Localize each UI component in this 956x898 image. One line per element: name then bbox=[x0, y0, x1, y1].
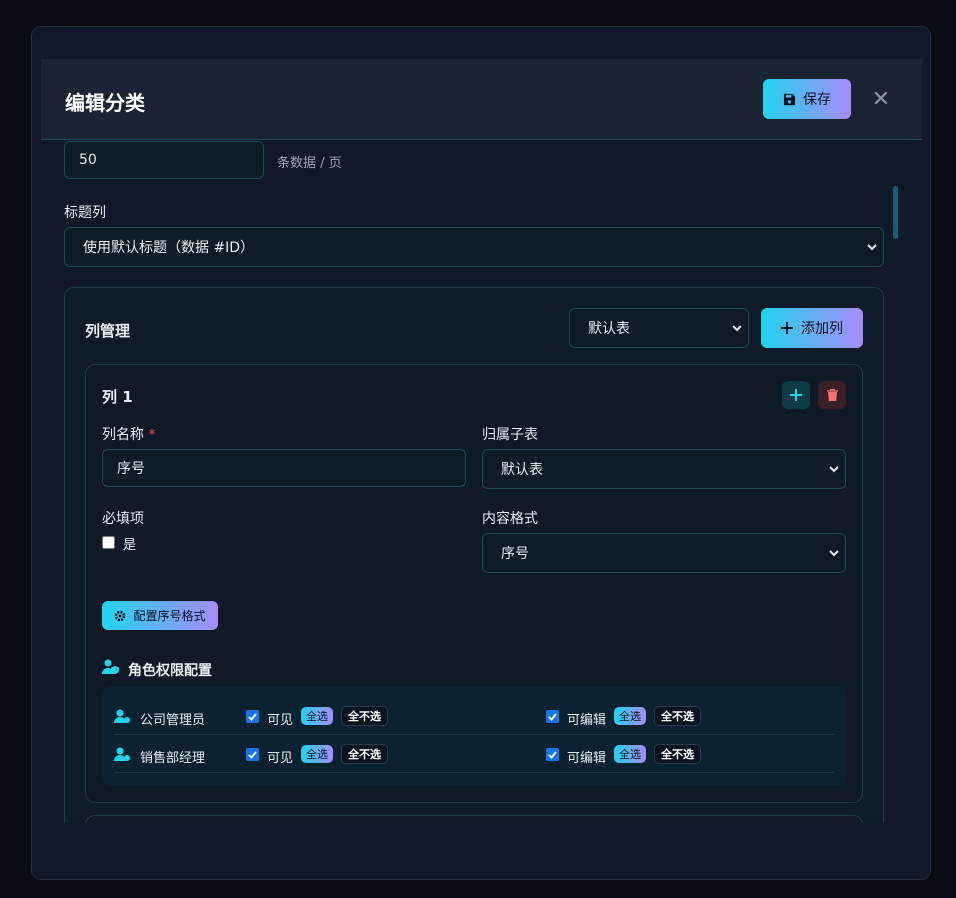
format-value: 序号 bbox=[501, 546, 529, 562]
table-row: 公司管理员 可见 全选 全不选 可编辑 全选 全不选 bbox=[114, 697, 834, 735]
add-column-label: 添加列 bbox=[801, 321, 843, 337]
visible-checkbox[interactable] bbox=[246, 710, 259, 723]
title-column-value: 使用默认标题（数据 #ID） bbox=[83, 240, 255, 256]
check-icon bbox=[248, 750, 257, 759]
required-label: 必填项 bbox=[102, 511, 144, 527]
format-select[interactable]: 序号 bbox=[482, 533, 846, 573]
editable-label: 可编辑 bbox=[567, 751, 607, 766]
config-format-button[interactable]: 配置序号格式 bbox=[102, 601, 218, 630]
table-select-value: 默认表 bbox=[588, 321, 630, 337]
plus-icon bbox=[790, 389, 802, 401]
column-name-input[interactable]: 序号 bbox=[102, 449, 466, 487]
visible-label: 可见 bbox=[267, 751, 294, 766]
editable-label: 可编辑 bbox=[567, 713, 607, 728]
column-name-label: 列名称 * bbox=[102, 424, 155, 444]
permissions-table: 公司管理员 可见 全选 全不选 可编辑 全选 全不选 销售部经理 可见 全选 全… bbox=[102, 686, 846, 786]
config-format-label: 配置序号格式 bbox=[133, 609, 206, 623]
editable-select-all-button[interactable]: 全选 bbox=[614, 745, 646, 763]
modal-header: 编辑分类 保存 ✕ bbox=[41, 59, 922, 140]
floppy-disk-icon bbox=[783, 93, 796, 105]
editable-select-none-button[interactable]: 全不选 bbox=[654, 706, 701, 726]
page-size-suffix: 条数据 / 页 bbox=[277, 156, 342, 171]
column-card bbox=[85, 815, 863, 823]
subtable-select[interactable]: 默认表 bbox=[482, 449, 846, 489]
visible-select-all-button[interactable]: 全选 bbox=[301, 745, 333, 763]
editable-checkbox[interactable] bbox=[546, 710, 559, 723]
title-column-select[interactable]: 使用默认标题（数据 #ID） bbox=[64, 227, 884, 267]
save-button[interactable]: 保存 bbox=[763, 79, 851, 119]
subtable-value: 默认表 bbox=[501, 462, 543, 478]
column-management-panel: 列管理 默认表 添加列 列 1 列名称 * 序号 归属子表 默认表 必填项 是 … bbox=[64, 287, 884, 823]
save-button-label: 保存 bbox=[803, 91, 831, 107]
user-gear-icon bbox=[114, 747, 130, 761]
table-row: 销售部经理 可见 全选 全不选 可编辑 全选 全不选 bbox=[114, 735, 834, 773]
column-management-title: 列管理 bbox=[85, 322, 131, 340]
role-name: 销售部经理 bbox=[140, 751, 206, 766]
gear-icon bbox=[115, 610, 126, 621]
close-icon[interactable]: ✕ bbox=[871, 85, 891, 113]
required-asterisk: * bbox=[148, 427, 156, 443]
visible-checkbox[interactable] bbox=[246, 748, 259, 761]
check-icon bbox=[548, 750, 557, 759]
check-icon bbox=[248, 712, 257, 721]
visible-select-none-button[interactable]: 全不选 bbox=[341, 744, 388, 764]
modal-title: 编辑分类 bbox=[65, 91, 145, 115]
plus-icon bbox=[781, 322, 793, 334]
editable-checkbox[interactable] bbox=[546, 748, 559, 761]
column-name-label-text: 列名称 bbox=[102, 427, 144, 443]
required-option-label: 是 bbox=[123, 538, 137, 553]
user-gear-icon bbox=[114, 709, 130, 723]
add-column-button[interactable]: 添加列 bbox=[761, 308, 863, 348]
title-column-label: 标题列 bbox=[64, 205, 106, 221]
subtable-label: 归属子表 bbox=[482, 427, 538, 443]
permissions-title: 角色权限配置 bbox=[128, 663, 212, 679]
role-name: 公司管理员 bbox=[140, 713, 206, 728]
visible-label: 可见 bbox=[267, 713, 294, 728]
scrollbar-thumb[interactable] bbox=[893, 186, 898, 239]
required-checkbox[interactable] bbox=[102, 536, 115, 549]
add-column-below-button[interactable] bbox=[782, 381, 810, 409]
visible-select-none-button[interactable]: 全不选 bbox=[341, 706, 388, 726]
user-shield-icon bbox=[102, 659, 119, 674]
chevron-down-icon bbox=[867, 244, 877, 251]
check-icon bbox=[548, 712, 557, 721]
column-card: 列 1 列名称 * 序号 归属子表 默认表 必填项 是 内容格式 序号 配置序号… bbox=[85, 364, 863, 803]
format-label: 内容格式 bbox=[482, 511, 538, 527]
chevron-down-icon bbox=[829, 550, 839, 557]
edit-category-modal: 编辑分类 保存 ✕ 50 条数据 / 页 标题列 使用默认标题（数据 #ID） … bbox=[31, 26, 931, 880]
modal-body[interactable]: 50 条数据 / 页 标题列 使用默认标题（数据 #ID） 列管理 默认表 添加… bbox=[32, 141, 930, 823]
chevron-down-icon bbox=[732, 325, 742, 332]
column-card-title: 列 1 bbox=[102, 388, 133, 406]
visible-select-all-button[interactable]: 全选 bbox=[301, 707, 333, 725]
editable-select-none-button[interactable]: 全不选 bbox=[654, 744, 701, 764]
editable-select-all-button[interactable]: 全选 bbox=[614, 707, 646, 725]
page-size-input[interactable]: 50 bbox=[64, 141, 264, 179]
chevron-down-icon bbox=[829, 466, 839, 473]
trash-icon bbox=[826, 389, 838, 401]
delete-column-button[interactable] bbox=[818, 381, 846, 409]
table-select[interactable]: 默认表 bbox=[569, 308, 749, 348]
